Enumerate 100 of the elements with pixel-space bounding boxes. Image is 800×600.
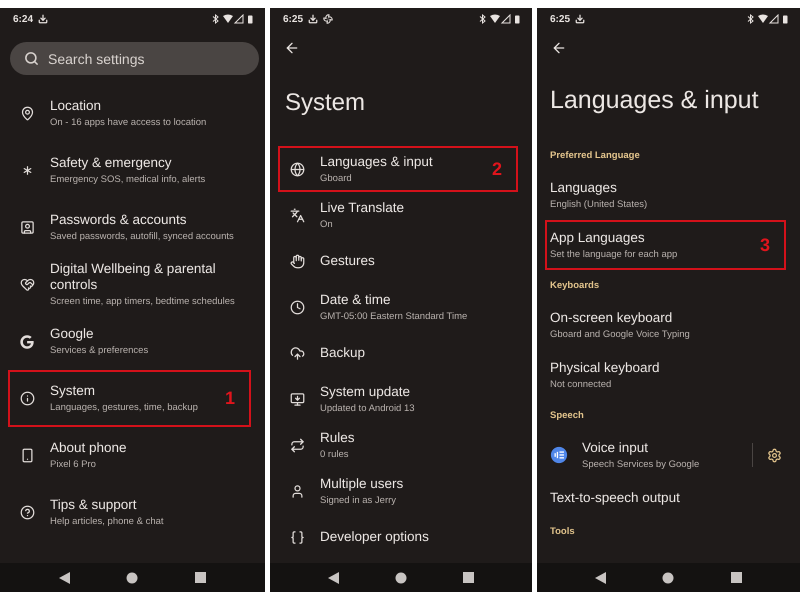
settings-item[interactable]: Backup bbox=[270, 330, 532, 376]
item-title: Developer options bbox=[320, 529, 429, 545]
settings-item[interactable]: Date & time GMT-05:00 Eastern Standard Time bbox=[270, 284, 532, 330]
section-header: Keyboards bbox=[550, 280, 600, 290]
item-title: App Languages bbox=[550, 230, 645, 246]
info-icon bbox=[20, 391, 34, 406]
section-header: Tools bbox=[550, 526, 575, 536]
search-field[interactable]: Search settings bbox=[10, 42, 259, 75]
page-title: System bbox=[284, 88, 366, 118]
person-icon bbox=[290, 484, 304, 498]
item-subtitle: Help articles, phone & chat bbox=[50, 516, 164, 528]
item-title: Multiple users bbox=[320, 476, 404, 492]
heart-hands-icon bbox=[20, 277, 34, 292]
download-icon bbox=[308, 14, 318, 24]
item-subtitle: Services & preferences bbox=[50, 345, 148, 357]
item-title: Live Translate bbox=[320, 200, 404, 216]
item-title: Rules bbox=[320, 430, 355, 446]
settings-item[interactable]: Safety & emergency Emergency SOS, medical info, alerts bbox=[0, 142, 265, 199]
settings-item[interactable]: Physical keyboard Not connected bbox=[537, 350, 800, 400]
item-title: Languages & input bbox=[320, 154, 433, 170]
item-subtitle: Updated to Android 13 bbox=[320, 402, 415, 414]
settings-item[interactable]: System Languages, gestures, time, backup 1 bbox=[0, 370, 265, 427]
status-time: 6:25 bbox=[283, 14, 304, 24]
repeat-icon bbox=[290, 438, 304, 452]
settings-item[interactable]: Languages English (United States) bbox=[537, 170, 800, 220]
settings-item[interactable]: Google Services & preferences bbox=[0, 313, 265, 370]
item-subtitle: Gboard and Google Voice Typing bbox=[550, 328, 690, 340]
item-subtitle: Set the language for each app bbox=[550, 248, 678, 260]
search-icon bbox=[24, 51, 39, 66]
recents-nav-button[interactable] bbox=[729, 570, 744, 584]
download-screen-icon bbox=[290, 392, 304, 406]
settings-item[interactable]: Tips & support Help articles, phone & chat bbox=[0, 484, 265, 541]
settings-item[interactable]: Digital Wellbeing & parental controls Screen time, app timers, bedtime schedules bbox=[0, 256, 265, 313]
settings-item[interactable]: Gestures bbox=[270, 238, 532, 284]
item-title: System update bbox=[320, 384, 410, 400]
location-pin-icon bbox=[20, 106, 34, 121]
settings-item[interactable]: Text-to-speech output bbox=[537, 480, 800, 516]
item-title: Google bbox=[50, 326, 94, 342]
status-icons-drawing bbox=[478, 14, 522, 24]
settings-item[interactable]: Passwords & accounts Saved passwords, autofill, synced accounts bbox=[0, 199, 265, 256]
square-icon bbox=[730, 572, 742, 583]
item-title: Tips & support bbox=[50, 497, 137, 513]
contact-card-icon bbox=[20, 220, 34, 235]
back-nav-button[interactable] bbox=[326, 570, 341, 584]
section-header: Speech bbox=[550, 410, 584, 420]
settings-button[interactable] bbox=[767, 448, 782, 462]
hand-icon bbox=[290, 254, 304, 268]
back-arrow-icon bbox=[284, 40, 300, 56]
triangle-icon bbox=[595, 572, 606, 584]
item-subtitle: Gboard bbox=[320, 172, 352, 184]
item-title: Physical keyboard bbox=[550, 360, 660, 376]
item-title: Voice input bbox=[582, 440, 648, 456]
status-time: 6:25 bbox=[550, 14, 570, 24]
settings-item[interactable]: Multiple users Signed in as Jerry bbox=[270, 468, 532, 514]
translate-icon bbox=[290, 208, 304, 222]
settings-item[interactable]: Languages & input Gboard 2 bbox=[270, 146, 532, 192]
settings-item[interactable]: About phone Pixel 6 Pro bbox=[0, 427, 265, 484]
step-number: 1 bbox=[224, 388, 235, 409]
item-subtitle: Saved passwords, autofill, synced accounts bbox=[50, 231, 234, 243]
back-nav-button[interactable] bbox=[57, 570, 72, 584]
section-header: Preferred Language bbox=[550, 150, 640, 160]
recents-nav-button[interactable] bbox=[194, 570, 208, 584]
home-nav-button[interactable] bbox=[125, 570, 140, 584]
settings-item[interactable]: Voice input Speech Services by Google bbox=[537, 430, 800, 480]
page-title: Languages & input bbox=[549, 84, 760, 116]
item-subtitle: English (United States) bbox=[550, 198, 648, 210]
settings-item[interactable]: On-screen keyboard Gboard and Google Voice Typing bbox=[537, 300, 800, 350]
item-subtitle: Signed in as Jerry bbox=[320, 494, 396, 506]
cloud-upload-icon bbox=[290, 346, 304, 360]
clock-icon bbox=[290, 300, 304, 314]
triangle-icon bbox=[58, 572, 70, 584]
voice-logo-icon bbox=[550, 445, 568, 465]
item-subtitle: On - 16 apps have access to location bbox=[50, 117, 206, 129]
item-title: Backup bbox=[320, 345, 366, 361]
item-title: On-screen keyboard bbox=[550, 310, 672, 326]
settings-item[interactable]: App Languages Set the language for each app 3 bbox=[537, 220, 800, 270]
status-time: 6:24 bbox=[13, 14, 34, 24]
home-nav-button[interactable] bbox=[394, 570, 408, 584]
item-title: Gestures bbox=[320, 253, 375, 269]
settings-item[interactable]: Rules 0 rules bbox=[270, 422, 532, 468]
settings-item[interactable]: Live Translate On bbox=[270, 192, 532, 238]
settings-item[interactable]: System update Updated to Android 13 bbox=[270, 376, 532, 422]
item-subtitle: Emergency SOS, medical info, alerts bbox=[50, 174, 206, 186]
item-title: Location bbox=[50, 98, 102, 114]
status-icons-drawing bbox=[211, 14, 255, 24]
fan-icon bbox=[323, 14, 334, 24]
step-number: 3 bbox=[760, 234, 770, 256]
home-nav-button[interactable] bbox=[661, 570, 676, 584]
settings-item[interactable]: Location On - 16 apps have access to location bbox=[0, 85, 265, 142]
item-subtitle: 0 rules bbox=[320, 448, 349, 460]
item-title: Date & time bbox=[320, 292, 391, 308]
item-title: Digital Wellbeing & parental controls bbox=[50, 261, 217, 293]
item-subtitle: Screen time, app timers, bedtime schedules bbox=[50, 296, 235, 308]
back-nav-button[interactable] bbox=[594, 570, 608, 584]
square-icon bbox=[195, 572, 206, 583]
settings-item[interactable]: Developer options bbox=[270, 514, 532, 560]
download-icon bbox=[38, 14, 48, 24]
recents-nav-button[interactable] bbox=[461, 570, 476, 584]
item-title: System bbox=[50, 383, 96, 399]
triangle-icon bbox=[328, 572, 340, 584]
